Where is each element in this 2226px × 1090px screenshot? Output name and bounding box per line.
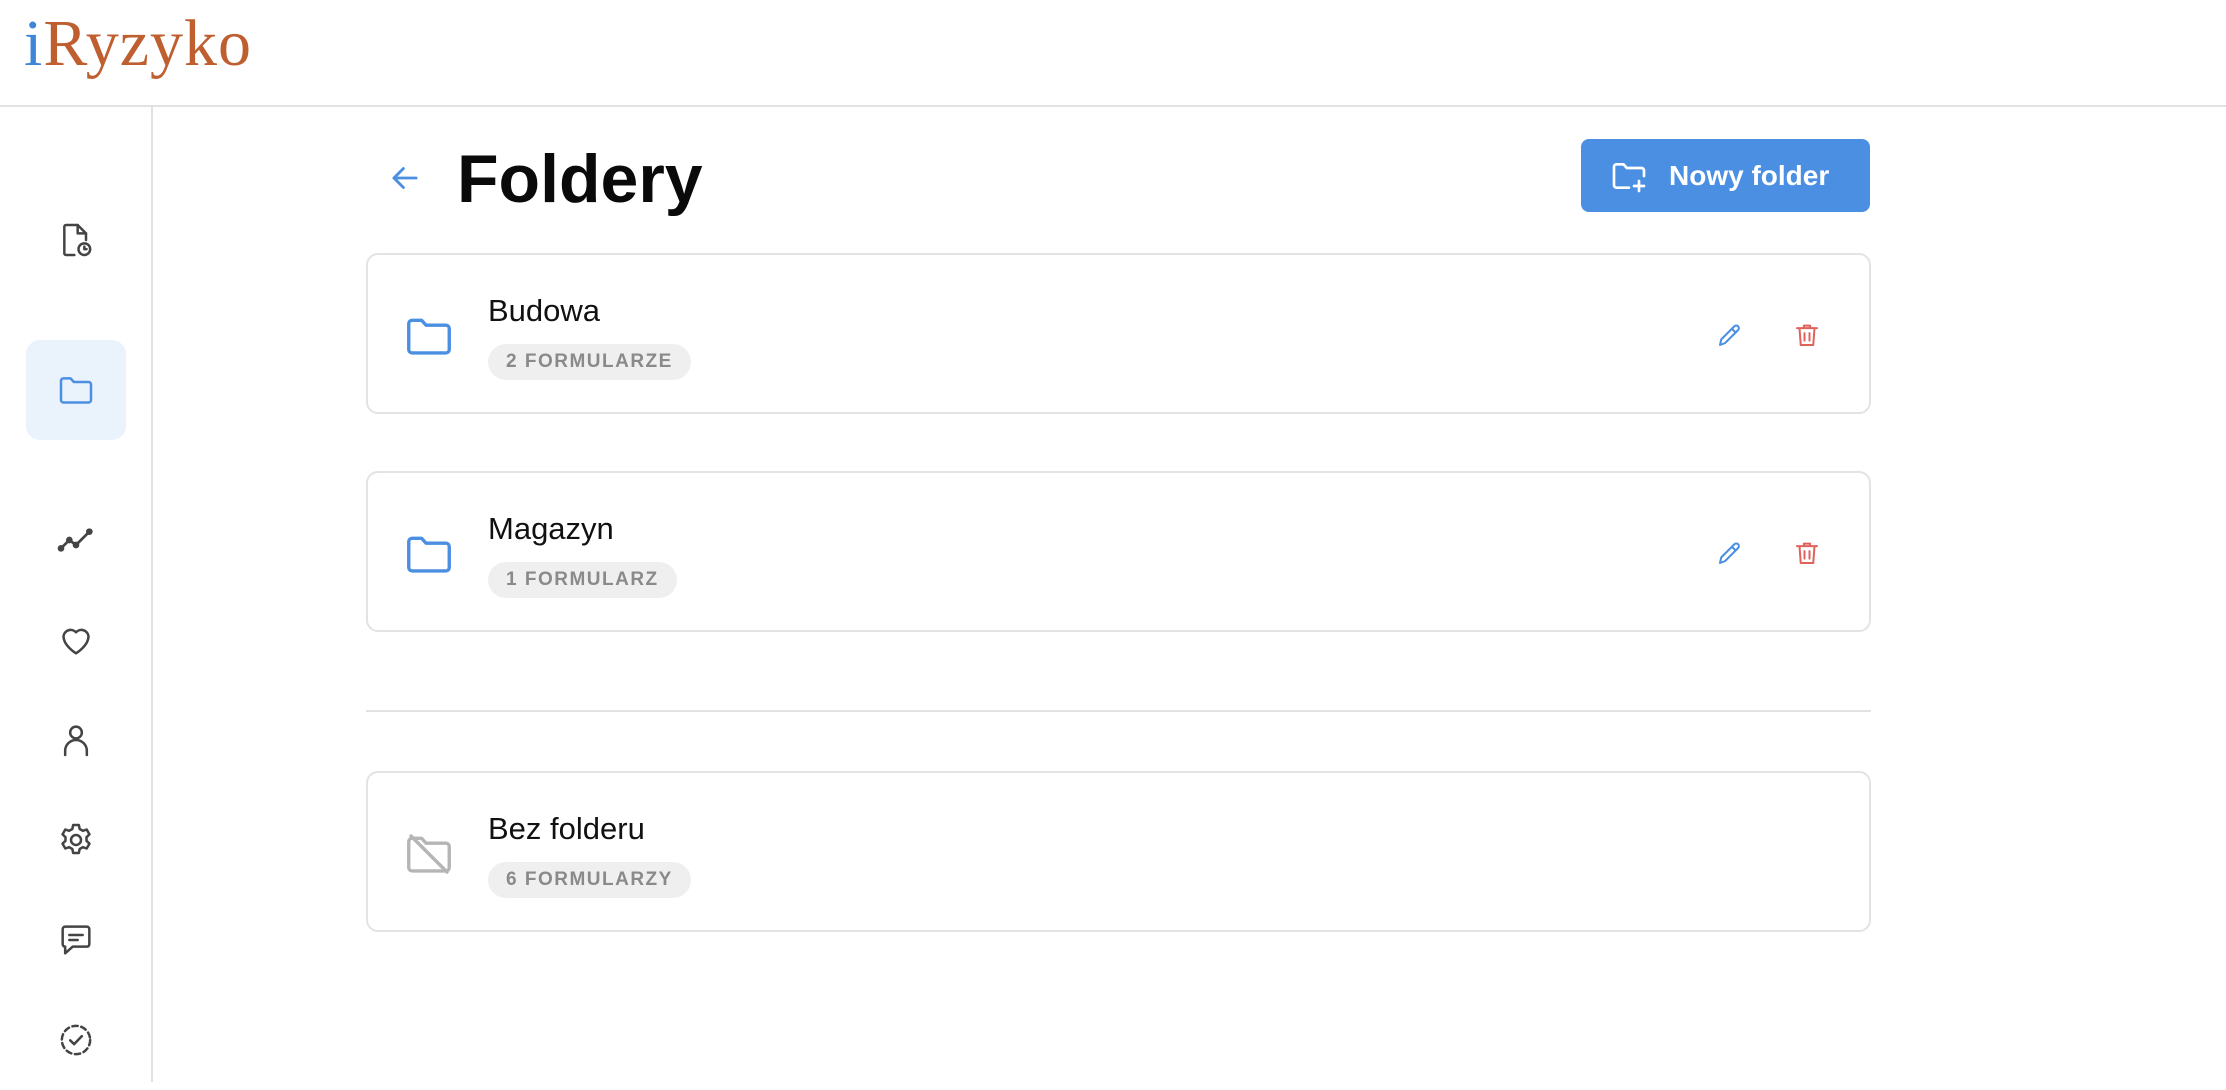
sidebar-item-messages[interactable] (26, 890, 126, 990)
pencil-icon (1719, 324, 1740, 346)
delete-folder-button[interactable] (1785, 313, 1829, 357)
unfiled-forms-card[interactable]: Bez folderu 6 FORMULARZY (366, 771, 1871, 932)
edit-folder-button[interactable] (1708, 531, 1752, 575)
logo-i: i (24, 7, 44, 80)
trash-icon (1796, 542, 1818, 564)
form-count-badge: 6 FORMULARZY (488, 862, 691, 898)
form-count-badge: 1 FORMULARZ (488, 562, 677, 598)
page-title: Foldery (457, 141, 703, 217)
dashed-check-circle-icon (60, 1024, 92, 1056)
arrow-left-icon (392, 167, 418, 189)
chat-icon (61, 925, 91, 955)
folder-icon (402, 309, 456, 363)
folder-card[interactable]: Magazyn 1 FORMULARZ (366, 471, 1871, 632)
top-bar: iRyzyko (0, 0, 2226, 107)
sidebar-item-settings[interactable] (26, 790, 126, 890)
sidebar (0, 107, 153, 1082)
sidebar-item-analytics[interactable] (26, 490, 126, 590)
trash-icon (1796, 324, 1818, 346)
sidebar-item-tasks[interactable] (26, 990, 126, 1090)
delete-folder-button[interactable] (1785, 531, 1829, 575)
edit-folder-button[interactable] (1708, 313, 1752, 357)
folder-icon (402, 527, 456, 581)
user-icon (63, 725, 89, 757)
new-folder-label: Nowy folder (1669, 159, 1830, 191)
folder-card[interactable]: Budowa 2 FORMULARZE (366, 253, 1871, 414)
folder-icon (59, 377, 93, 404)
trend-line-icon (57, 528, 93, 552)
logo-text: Ryzyko (43, 7, 253, 80)
app-logo[interactable]: iRyzyko (24, 4, 252, 84)
new-folder-button[interactable]: Nowy folder (1581, 139, 1870, 212)
folder-off-icon (402, 827, 456, 881)
folder-name: Budowa (488, 293, 601, 328)
sidebar-item-folders[interactable] (26, 340, 126, 440)
sidebar-item-reports[interactable] (26, 190, 126, 290)
sidebar-item-favorites[interactable] (26, 590, 126, 690)
sidebar-item-profile[interactable] (26, 690, 126, 790)
gear-icon (61, 823, 91, 855)
section-divider (366, 710, 1871, 712)
back-button[interactable] (379, 152, 431, 204)
folder-plus-icon (1612, 162, 1646, 192)
folder-name: Magazyn (488, 511, 614, 546)
unfiled-name: Bez folderu (488, 811, 645, 846)
pencil-icon (1719, 542, 1740, 564)
heart-icon (62, 628, 90, 655)
form-count-badge: 2 FORMULARZE (488, 344, 691, 380)
main-content: Foldery Nowy folder Budowa 2 FORMULARZE (155, 107, 2226, 1082)
report-clock-icon (63, 223, 92, 257)
